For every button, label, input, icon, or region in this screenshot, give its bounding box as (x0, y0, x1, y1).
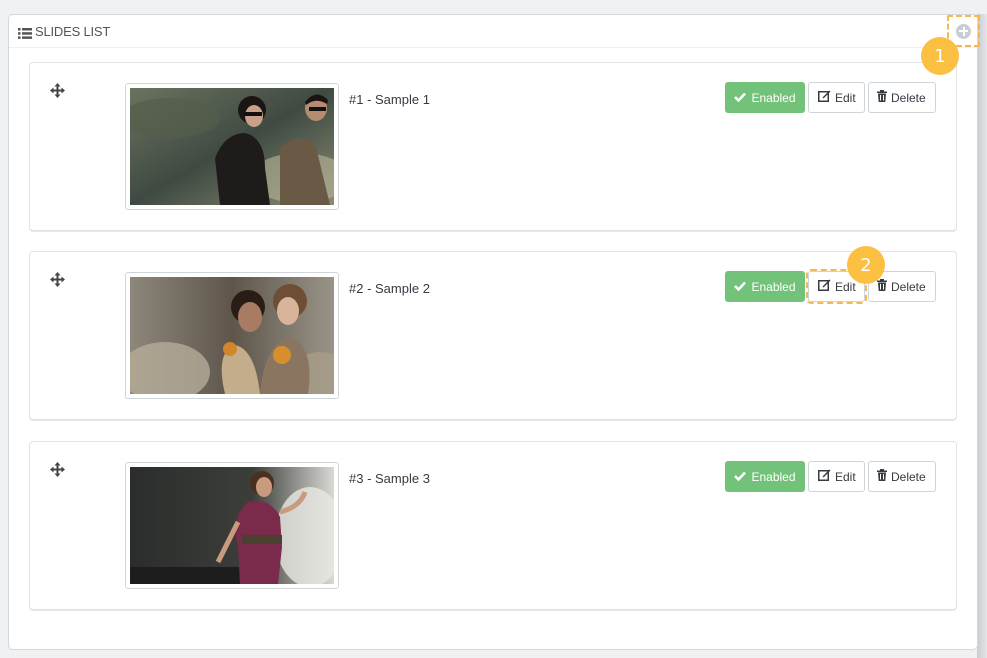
delete-label: Delete (891, 90, 926, 105)
woman-purple-dress-photo (130, 467, 334, 584)
slide-thumbnail[interactable] (125, 272, 339, 399)
delete-label: Delete (891, 279, 926, 294)
delete-label: Delete (891, 469, 926, 484)
enabled-toggle-button[interactable]: Enabled (725, 461, 805, 492)
scrollbar[interactable] (977, 14, 987, 658)
edit-button[interactable]: Edit (808, 82, 865, 113)
slide-item: #3 - Sample 3 Enabled Edit Delete (29, 441, 957, 610)
delete-button[interactable]: Delete (868, 461, 936, 492)
move-icon[interactable] (50, 462, 65, 477)
trash-icon (877, 90, 887, 105)
panel-title: Slides list (35, 23, 111, 39)
slide-title: #2 - Sample 2 (349, 281, 430, 296)
check-icon (734, 280, 747, 294)
edit-label: Edit (835, 469, 856, 484)
move-icon[interactable] (50, 272, 65, 287)
list-icon (18, 26, 32, 39)
annotation-badge-1: 1 (921, 37, 959, 75)
enabled-toggle-button[interactable]: Enabled (725, 82, 805, 113)
slide-actions: Enabled Edit Delete (725, 269, 936, 304)
slide-actions: Enabled Edit Delete (725, 82, 936, 113)
slide-item: #1 - Sample 1 Enabled Edit Delete (29, 62, 957, 231)
slide-thumbnail[interactable] (125, 83, 339, 210)
move-icon[interactable] (50, 83, 65, 98)
add-circle-icon (956, 23, 971, 39)
edit-label: Edit (835, 90, 856, 105)
enabled-label: Enabled (751, 279, 796, 294)
annotation-badge-2: 2 (847, 246, 885, 284)
enabled-label: Enabled (751, 90, 796, 105)
check-icon (734, 470, 747, 484)
enabled-label: Enabled (751, 469, 796, 484)
trash-icon (877, 469, 887, 484)
two-people-sunglasses-photo (130, 88, 334, 205)
slide-title: #3 - Sample 3 (349, 471, 430, 486)
edit-button[interactable]: Edit (808, 461, 865, 492)
delete-button[interactable]: Delete (868, 82, 936, 113)
trash-icon (877, 279, 887, 294)
edit-label: Edit (835, 279, 856, 294)
edit-icon (818, 469, 831, 484)
slide-thumbnail[interactable] (125, 462, 339, 589)
edit-icon (818, 279, 831, 294)
two-women-scarves-photo (130, 277, 334, 394)
panel-heading: Slides list (9, 15, 977, 48)
edit-icon (818, 90, 831, 105)
slide-item: #2 - Sample 2 Enabled Edit Delete (29, 251, 957, 420)
enabled-toggle-button[interactable]: Enabled (725, 271, 805, 302)
slide-actions: Enabled Edit Delete (725, 461, 936, 492)
check-icon (734, 91, 747, 105)
slide-title: #1 - Sample 1 (349, 92, 430, 107)
